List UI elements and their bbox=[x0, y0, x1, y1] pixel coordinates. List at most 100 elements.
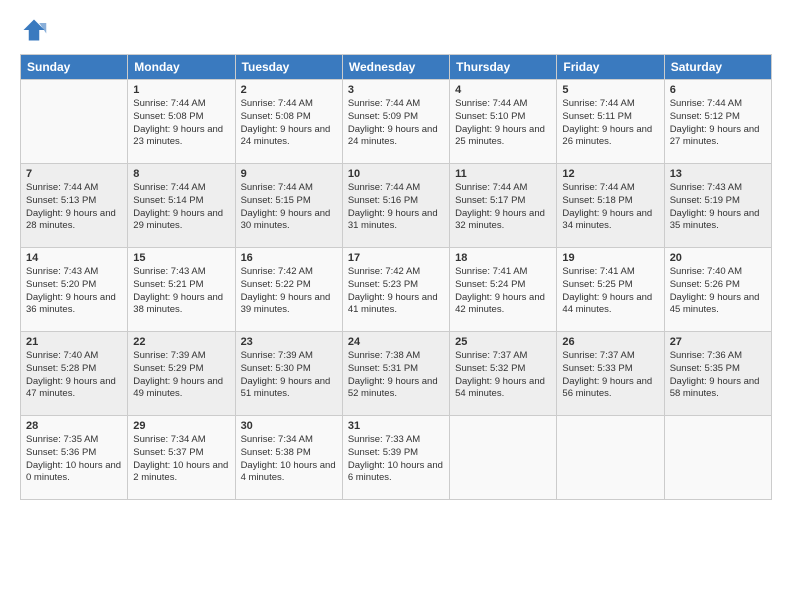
calendar-cell: 6 Sunrise: 7:44 AMSunset: 5:12 PMDaylight… bbox=[664, 80, 771, 164]
logo-icon bbox=[20, 16, 48, 44]
calendar-cell: 21Sunrise: 7:40 AMSunset: 5:28 PMDayligh… bbox=[21, 332, 128, 416]
day-number: 6 bbox=[670, 84, 766, 96]
day-info: Sunrise: 7:41 AMSunset: 5:24 PMDaylight:… bbox=[455, 266, 551, 317]
calendar-cell: 15 Sunrise: 7:43 AMSunset: 5:21 PMDayligh… bbox=[128, 248, 235, 332]
day-info: Sunrise: 7:40 AMSunset: 5:28 PMDaylight:… bbox=[26, 350, 122, 401]
day-number: 15 bbox=[133, 252, 229, 264]
day-number: 5 bbox=[562, 84, 658, 96]
week-row-5: 28 Sunrise: 7:35 AMSunset: 5:36 PMDayligh… bbox=[21, 416, 772, 500]
calendar-cell: 20 Sunrise: 7:40 AMSunset: 5:26 PMDayligh… bbox=[664, 248, 771, 332]
day-info: Sunrise: 7:44 AMSunset: 5:16 PMDaylight:… bbox=[348, 182, 444, 233]
day-number: 12 bbox=[562, 168, 658, 180]
day-info: Sunrise: 7:41 AMSunset: 5:25 PMDaylight:… bbox=[562, 266, 658, 317]
calendar-cell bbox=[450, 416, 557, 500]
calendar-cell: 10 Sunrise: 7:44 AMSunset: 5:16 PMDayligh… bbox=[342, 164, 449, 248]
day-header-monday: Monday bbox=[128, 55, 235, 80]
day-info: Sunrise: 7:37 AMSunset: 5:33 PMDaylight:… bbox=[562, 350, 658, 401]
calendar-cell: 13Sunrise: 7:43 AMSunset: 5:19 PMDayligh… bbox=[664, 164, 771, 248]
calendar-cell: 27 Sunrise: 7:36 AMSunset: 5:35 PMDayligh… bbox=[664, 332, 771, 416]
day-info: Sunrise: 7:44 AMSunset: 5:14 PMDaylight:… bbox=[133, 182, 229, 233]
day-number: 29 bbox=[133, 420, 229, 432]
day-info: Sunrise: 7:44 AMSunset: 5:08 PMDaylight:… bbox=[133, 98, 229, 149]
day-info: Sunrise: 7:33 AMSunset: 5:39 PMDaylight:… bbox=[348, 434, 444, 485]
day-info: Sunrise: 7:42 AMSunset: 5:23 PMDaylight:… bbox=[348, 266, 444, 317]
day-info: Sunrise: 7:44 AMSunset: 5:17 PMDaylight:… bbox=[455, 182, 551, 233]
calendar-cell: 22 Sunrise: 7:39 AMSunset: 5:29 PMDayligh… bbox=[128, 332, 235, 416]
week-row-4: 21Sunrise: 7:40 AMSunset: 5:28 PMDayligh… bbox=[21, 332, 772, 416]
day-number: 10 bbox=[348, 168, 444, 180]
days-header-row: SundayMondayTuesdayWednesdayThursdayFrid… bbox=[21, 55, 772, 80]
calendar-cell: 24 Sunrise: 7:38 AMSunset: 5:31 PMDayligh… bbox=[342, 332, 449, 416]
calendar-cell bbox=[664, 416, 771, 500]
day-info: Sunrise: 7:34 AMSunset: 5:38 PMDaylight:… bbox=[241, 434, 337, 485]
week-row-1: 1Sunrise: 7:44 AMSunset: 5:08 PMDaylight… bbox=[21, 80, 772, 164]
calendar-cell: 26 Sunrise: 7:37 AMSunset: 5:33 PMDayligh… bbox=[557, 332, 664, 416]
calendar-cell: 11 Sunrise: 7:44 AMSunset: 5:17 PMDayligh… bbox=[450, 164, 557, 248]
day-info: Sunrise: 7:36 AMSunset: 5:35 PMDaylight:… bbox=[670, 350, 766, 401]
calendar-cell: 28 Sunrise: 7:35 AMSunset: 5:36 PMDayligh… bbox=[21, 416, 128, 500]
day-number: 28 bbox=[26, 420, 122, 432]
calendar-cell: 18 Sunrise: 7:41 AMSunset: 5:24 PMDayligh… bbox=[450, 248, 557, 332]
calendar-cell: 14 Sunrise: 7:43 AMSunset: 5:20 PMDayligh… bbox=[21, 248, 128, 332]
day-number: 26 bbox=[562, 336, 658, 348]
day-info: Sunrise: 7:39 AMSunset: 5:29 PMDaylight:… bbox=[133, 350, 229, 401]
day-info: Sunrise: 7:44 AMSunset: 5:12 PMDaylight:… bbox=[670, 98, 766, 149]
day-number: 11 bbox=[455, 168, 551, 180]
calendar-cell: 7 Sunrise: 7:44 AMSunset: 5:13 PMDaylight… bbox=[21, 164, 128, 248]
day-info: Sunrise: 7:44 AMSunset: 5:18 PMDaylight:… bbox=[562, 182, 658, 233]
day-info: Sunrise: 7:44 AMSunset: 5:10 PMDaylight:… bbox=[455, 98, 551, 149]
day-number: 19 bbox=[562, 252, 658, 264]
day-number: 30 bbox=[241, 420, 337, 432]
calendar-cell bbox=[21, 80, 128, 164]
calendar-cell: 16 Sunrise: 7:42 AMSunset: 5:22 PMDayligh… bbox=[235, 248, 342, 332]
day-number: 31 bbox=[348, 420, 444, 432]
calendar-cell: 31 Sunrise: 7:33 AMSunset: 5:39 PMDayligh… bbox=[342, 416, 449, 500]
day-info: Sunrise: 7:35 AMSunset: 5:36 PMDaylight:… bbox=[26, 434, 122, 485]
day-info: Sunrise: 7:40 AMSunset: 5:26 PMDaylight:… bbox=[670, 266, 766, 317]
calendar-cell: 23Sunrise: 7:39 AMSunset: 5:30 PMDayligh… bbox=[235, 332, 342, 416]
calendar-cell: 12 Sunrise: 7:44 AMSunset: 5:18 PMDayligh… bbox=[557, 164, 664, 248]
day-number: 18 bbox=[455, 252, 551, 264]
day-number: 14 bbox=[26, 252, 122, 264]
day-info: Sunrise: 7:42 AMSunset: 5:22 PMDaylight:… bbox=[241, 266, 337, 317]
day-number: 7 bbox=[26, 168, 122, 180]
calendar-cell: 2Sunrise: 7:44 AMSunset: 5:08 PMDaylight… bbox=[235, 80, 342, 164]
day-header-thursday: Thursday bbox=[450, 55, 557, 80]
day-info: Sunrise: 7:44 AMSunset: 5:09 PMDaylight:… bbox=[348, 98, 444, 149]
day-number: 25 bbox=[455, 336, 551, 348]
day-info: Sunrise: 7:44 AMSunset: 5:13 PMDaylight:… bbox=[26, 182, 122, 233]
day-number: 24 bbox=[348, 336, 444, 348]
day-number: 3 bbox=[348, 84, 444, 96]
day-header-tuesday: Tuesday bbox=[235, 55, 342, 80]
day-number: 22 bbox=[133, 336, 229, 348]
calendar-cell: 30 Sunrise: 7:34 AMSunset: 5:38 PMDayligh… bbox=[235, 416, 342, 500]
day-info: Sunrise: 7:34 AMSunset: 5:37 PMDaylight:… bbox=[133, 434, 229, 485]
calendar-cell: 19 Sunrise: 7:41 AMSunset: 5:25 PMDayligh… bbox=[557, 248, 664, 332]
day-header-sunday: Sunday bbox=[21, 55, 128, 80]
day-header-friday: Friday bbox=[557, 55, 664, 80]
week-row-2: 7 Sunrise: 7:44 AMSunset: 5:13 PMDaylight… bbox=[21, 164, 772, 248]
day-number: 23 bbox=[241, 336, 337, 348]
calendar-cell: 17 Sunrise: 7:42 AMSunset: 5:23 PMDayligh… bbox=[342, 248, 449, 332]
day-number: 9 bbox=[241, 168, 337, 180]
day-info: Sunrise: 7:43 AMSunset: 5:21 PMDaylight:… bbox=[133, 266, 229, 317]
logo bbox=[20, 16, 52, 44]
calendar-cell: 25Sunrise: 7:37 AMSunset: 5:32 PMDayligh… bbox=[450, 332, 557, 416]
calendar-cell: 29 Sunrise: 7:34 AMSunset: 5:37 PMDayligh… bbox=[128, 416, 235, 500]
day-number: 27 bbox=[670, 336, 766, 348]
day-number: 20 bbox=[670, 252, 766, 264]
header bbox=[20, 16, 772, 44]
day-info: Sunrise: 7:44 AMSunset: 5:15 PMDaylight:… bbox=[241, 182, 337, 233]
day-number: 4 bbox=[455, 84, 551, 96]
day-header-saturday: Saturday bbox=[664, 55, 771, 80]
day-number: 16 bbox=[241, 252, 337, 264]
calendar-cell: 5Sunrise: 7:44 AMSunset: 5:11 PMDaylight… bbox=[557, 80, 664, 164]
calendar-table: SundayMondayTuesdayWednesdayThursdayFrid… bbox=[20, 54, 772, 500]
day-number: 17 bbox=[348, 252, 444, 264]
calendar-cell: 3 Sunrise: 7:44 AMSunset: 5:09 PMDaylight… bbox=[342, 80, 449, 164]
calendar-cell: 4 Sunrise: 7:44 AMSunset: 5:10 PMDaylight… bbox=[450, 80, 557, 164]
calendar-cell: 1Sunrise: 7:44 AMSunset: 5:08 PMDaylight… bbox=[128, 80, 235, 164]
day-number: 2 bbox=[241, 84, 337, 96]
day-info: Sunrise: 7:38 AMSunset: 5:31 PMDaylight:… bbox=[348, 350, 444, 401]
day-info: Sunrise: 7:43 AMSunset: 5:20 PMDaylight:… bbox=[26, 266, 122, 317]
